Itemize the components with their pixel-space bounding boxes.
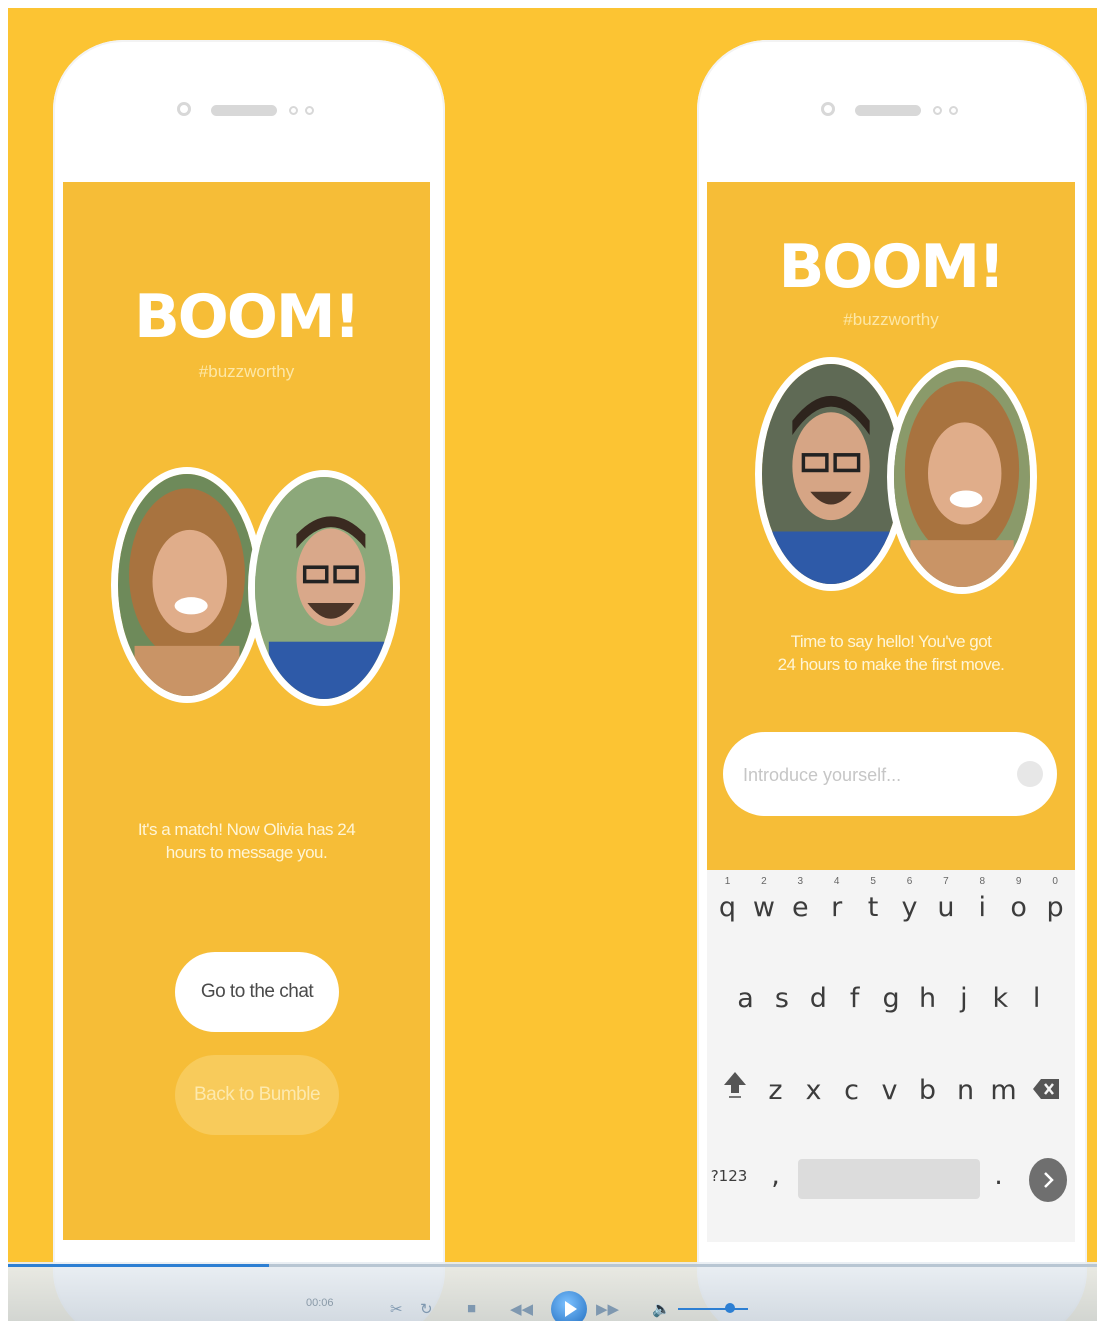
playback-time: 00:06 xyxy=(306,1297,334,1309)
play-icon[interactable] xyxy=(551,1291,587,1321)
volume-handle[interactable] xyxy=(725,1303,735,1313)
key-v[interactable]: v xyxy=(873,1075,906,1106)
match-message-line2: hours to message you. xyxy=(165,843,328,862)
camera-icon xyxy=(177,102,191,116)
seek-bar-progress xyxy=(8,1264,270,1267)
first-move-message-line1: Time to say hello! You've got xyxy=(790,632,992,651)
camera-icon xyxy=(821,102,835,116)
send-icon[interactable] xyxy=(1017,761,1043,787)
key-hint-2: 2 xyxy=(761,876,767,887)
avatar-olivia xyxy=(111,467,263,703)
key-e[interactable]: e xyxy=(784,892,817,923)
spacebar[interactable] xyxy=(798,1159,980,1199)
cut-icon[interactable]: ✂ xyxy=(390,1300,403,1318)
key-u[interactable]: u xyxy=(929,892,962,923)
video-frame: BOOM! #buzzworthy It's a match! Now Oliv… xyxy=(8,8,1097,1321)
sensor-dot xyxy=(949,106,958,115)
key-s[interactable]: s xyxy=(765,983,798,1014)
avatar-match xyxy=(248,470,400,706)
key-hint-5: 5 xyxy=(870,876,876,887)
speaker-icon xyxy=(855,105,921,116)
hashtag: #buzzworthy xyxy=(843,310,939,329)
key-hint-1: 1 xyxy=(724,876,731,887)
key-o[interactable]: o xyxy=(1002,892,1035,923)
boom-title: BOOM! xyxy=(778,232,1006,302)
left-phone: BOOM! #buzzworthy It's a match! Now Oliv… xyxy=(53,40,445,1321)
key-q[interactable]: q xyxy=(711,892,744,923)
key-h[interactable]: h xyxy=(911,983,944,1014)
shift-icon[interactable] xyxy=(718,1069,751,1106)
sensor-dot xyxy=(933,106,942,115)
key-z[interactable]: z xyxy=(759,1075,792,1106)
key-l[interactable]: l xyxy=(1020,983,1053,1014)
hashtag: #buzzworthy xyxy=(198,362,295,381)
key-hint-9: 9 xyxy=(1015,876,1022,887)
stop-icon[interactable]: ■ xyxy=(467,1300,476,1317)
key-x[interactable]: x xyxy=(797,1075,830,1106)
key-hint-3: 3 xyxy=(797,876,804,887)
volume-slider[interactable] xyxy=(678,1308,748,1310)
first-move-screen: BOOM! #buzzworthy Time to say hello! You… xyxy=(707,182,1075,1242)
comma-key[interactable]: , xyxy=(759,1160,792,1191)
backspace-icon[interactable] xyxy=(1029,1076,1062,1107)
key-t[interactable]: t xyxy=(857,892,890,923)
key-r[interactable]: r xyxy=(820,892,853,923)
key-hint-7: 7 xyxy=(943,876,949,887)
key-b[interactable]: b xyxy=(911,1075,944,1106)
key-a[interactable]: a xyxy=(729,983,762,1014)
avatar-match xyxy=(755,357,907,591)
fast-forward-icon[interactable]: ▶▶ xyxy=(596,1300,619,1318)
key-hint-0: 0 xyxy=(1052,876,1058,887)
keyboard: 1234567890 qwertyuiop asdfghjkl zxcvbnm … xyxy=(707,870,1075,1242)
key-p[interactable]: p xyxy=(1039,892,1072,923)
first-move-message-line2: 24 hours to make the first move. xyxy=(777,655,1005,674)
rewind-icon[interactable]: ◀◀ xyxy=(510,1300,533,1318)
key-hint-6: 6 xyxy=(906,876,913,887)
avatar-olivia xyxy=(887,360,1037,594)
message-input-container xyxy=(723,732,1057,818)
period-key[interactable]: . xyxy=(982,1160,1015,1191)
key-y[interactable]: y xyxy=(893,892,926,923)
key-f[interactable]: f xyxy=(838,983,871,1014)
key-d[interactable]: d xyxy=(802,983,835,1014)
sensor-dot xyxy=(289,106,298,115)
enter-icon[interactable] xyxy=(1029,1158,1067,1202)
key-i[interactable]: i xyxy=(966,892,999,923)
key-hint-8: 8 xyxy=(979,876,986,887)
key-hint-4: 4 xyxy=(833,876,840,887)
symbols-key[interactable]: ?123 xyxy=(707,1167,751,1185)
key-j[interactable]: j xyxy=(947,983,980,1014)
boom-title: BOOM! xyxy=(134,282,361,352)
right-phone: BOOM! #buzzworthy Time to say hello! You… xyxy=(697,40,1087,1321)
speaker-icon xyxy=(211,105,277,116)
key-m[interactable]: m xyxy=(987,1075,1020,1106)
match-message-line1: It's a match! Now Olivia has 24 xyxy=(137,820,356,839)
key-w[interactable]: w xyxy=(747,892,780,923)
volume-icon[interactable]: 🔈 xyxy=(652,1300,671,1318)
key-k[interactable]: k xyxy=(984,983,1017,1014)
key-g[interactable]: g xyxy=(875,983,908,1014)
go-to-chat-button[interactable]: Go to the chat xyxy=(175,952,339,1032)
match-screen: BOOM! #buzzworthy It's a match! Now Oliv… xyxy=(63,182,430,1240)
sensor-dot xyxy=(305,106,314,115)
key-n[interactable]: n xyxy=(949,1075,982,1106)
repeat-icon[interactable]: ↻ xyxy=(420,1300,433,1318)
introduce-yourself-input[interactable] xyxy=(741,732,1015,818)
back-to-bumble-button[interactable]: Back to Bumble xyxy=(175,1055,339,1135)
key-c[interactable]: c xyxy=(835,1075,868,1106)
